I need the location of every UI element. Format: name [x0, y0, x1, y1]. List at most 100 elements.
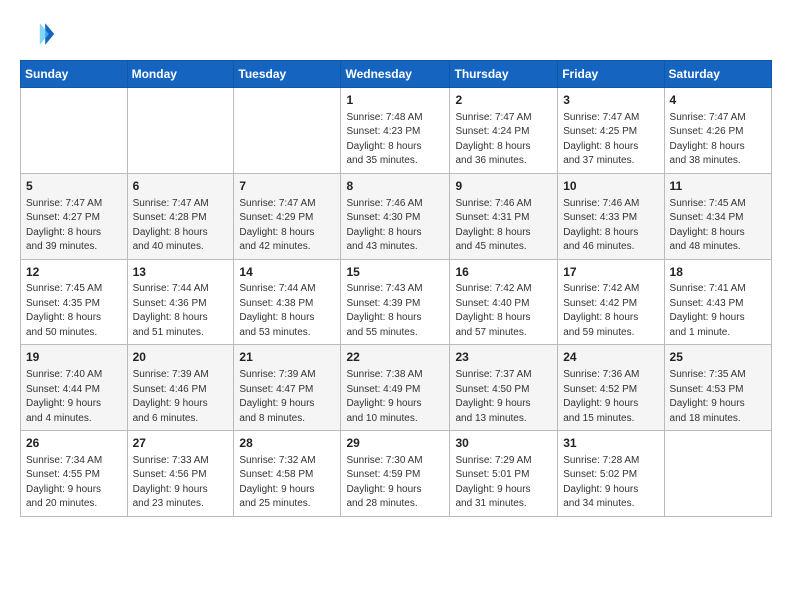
day-number: 25: [670, 349, 766, 366]
day-info: Sunrise: 7:28 AM Sunset: 5:02 PM Dayligh…: [563, 454, 658, 512]
calendar-cell: [21, 88, 128, 174]
day-number: 15: [346, 264, 444, 281]
day-of-week-header: Tuesday: [234, 61, 341, 88]
calendar-cell: 2Sunrise: 7:47 AM Sunset: 4:24 PM Daylig…: [450, 88, 558, 174]
day-number: 7: [239, 178, 335, 195]
calendar-cell: 5Sunrise: 7:47 AM Sunset: 4:27 PM Daylig…: [21, 173, 128, 259]
day-of-week-header: Monday: [127, 61, 234, 88]
day-number: 29: [346, 435, 444, 452]
day-number: 28: [239, 435, 335, 452]
day-info: Sunrise: 7:41 AM Sunset: 4:43 PM Dayligh…: [670, 282, 766, 340]
calendar-cell: 29 Sunrise: 7:30 AM Sunset: 4:59 PM Dayli…: [341, 431, 450, 517]
calendar-cell: 7 Sunrise: 7:47 AM Sunset: 4:29 PM Daylig…: [234, 173, 341, 259]
day-info: Sunrise: 7:29 AM Sunset: 5:01 PM Dayligh…: [455, 454, 552, 512]
calendar-cell: 23 Sunrise: 7:37 AM Sunset: 4:50 PM Dayli…: [450, 345, 558, 431]
day-number: 13: [133, 264, 229, 281]
day-number: 6: [133, 178, 229, 195]
day-number: 2: [455, 92, 552, 109]
day-info: Sunrise: 7:47 AM Sunset: 4:29 PM Dayligh…: [239, 197, 335, 255]
day-number: 31: [563, 435, 658, 452]
calendar-week-row: 12Sunrise: 7:45 AM Sunset: 4:35 PM Dayli…: [21, 259, 772, 345]
calendar-cell: 13Sunrise: 7:44 AM Sunset: 4:36 PM Dayli…: [127, 259, 234, 345]
day-info: Sunrise: 7:32 AM Sunset: 4:58 PM Dayligh…: [239, 454, 335, 512]
day-info: Sunrise: 7:47 AM Sunset: 4:28 PM Dayligh…: [133, 197, 229, 255]
calendar-cell: [664, 431, 771, 517]
logo-icon: [20, 16, 56, 52]
day-info: Sunrise: 7:37 AM Sunset: 4:50 PM Dayligh…: [455, 368, 552, 426]
calendar-week-row: 5Sunrise: 7:47 AM Sunset: 4:27 PM Daylig…: [21, 173, 772, 259]
day-info: Sunrise: 7:39 AM Sunset: 4:46 PM Dayligh…: [133, 368, 229, 426]
calendar-cell: 31 Sunrise: 7:28 AM Sunset: 5:02 PM Dayli…: [558, 431, 664, 517]
calendar-cell: [234, 88, 341, 174]
day-info: Sunrise: 7:45 AM Sunset: 4:35 PM Dayligh…: [26, 282, 122, 340]
day-number: 24: [563, 349, 658, 366]
calendar-cell: 12Sunrise: 7:45 AM Sunset: 4:35 PM Dayli…: [21, 259, 128, 345]
calendar-cell: 11 Sunrise: 7:45 AM Sunset: 4:34 PM Dayli…: [664, 173, 771, 259]
day-info: Sunrise: 7:47 AM Sunset: 4:27 PM Dayligh…: [26, 197, 122, 255]
day-info: Sunrise: 7:40 AM Sunset: 4:44 PM Dayligh…: [26, 368, 122, 426]
calendar-cell: 3 Sunrise: 7:47 AM Sunset: 4:25 PM Daylig…: [558, 88, 664, 174]
calendar-cell: [127, 88, 234, 174]
calendar-cell: 26 Sunrise: 7:34 AM Sunset: 4:55 PM Dayli…: [21, 431, 128, 517]
calendar-cell: 19 Sunrise: 7:40 AM Sunset: 4:44 PM Dayli…: [21, 345, 128, 431]
calendar-week-row: 26 Sunrise: 7:34 AM Sunset: 4:55 PM Dayli…: [21, 431, 772, 517]
calendar-header: SundayMondayTuesdayWednesdayThursdayFrid…: [21, 61, 772, 88]
calendar-cell: 14Sunrise: 7:44 AM Sunset: 4:38 PM Dayli…: [234, 259, 341, 345]
calendar-week-row: 19 Sunrise: 7:40 AM Sunset: 4:44 PM Dayli…: [21, 345, 772, 431]
calendar-cell: 20Sunrise: 7:39 AM Sunset: 4:46 PM Dayli…: [127, 345, 234, 431]
day-of-week-header: Friday: [558, 61, 664, 88]
calendar-body: 1 Sunrise: 7:48 AM Sunset: 4:23 PM Daylig…: [21, 88, 772, 517]
day-info: Sunrise: 7:44 AM Sunset: 4:38 PM Dayligh…: [239, 282, 335, 340]
day-number: 17: [563, 264, 658, 281]
day-info: Sunrise: 7:36 AM Sunset: 4:52 PM Dayligh…: [563, 368, 658, 426]
day-number: 3: [563, 92, 658, 109]
day-info: Sunrise: 7:45 AM Sunset: 4:34 PM Dayligh…: [670, 197, 766, 255]
day-info: Sunrise: 7:34 AM Sunset: 4:55 PM Dayligh…: [26, 454, 122, 512]
calendar-cell: 25 Sunrise: 7:35 AM Sunset: 4:53 PM Dayli…: [664, 345, 771, 431]
day-of-week-header: Wednesday: [341, 61, 450, 88]
day-number: 12: [26, 264, 122, 281]
day-info: Sunrise: 7:46 AM Sunset: 4:30 PM Dayligh…: [346, 197, 444, 255]
calendar-table: SundayMondayTuesdayWednesdayThursdayFrid…: [20, 60, 772, 517]
day-info: Sunrise: 7:30 AM Sunset: 4:59 PM Dayligh…: [346, 454, 444, 512]
calendar-cell: 15Sunrise: 7:43 AM Sunset: 4:39 PM Dayli…: [341, 259, 450, 345]
header: [20, 16, 772, 52]
day-info: Sunrise: 7:43 AM Sunset: 4:39 PM Dayligh…: [346, 282, 444, 340]
calendar-week-row: 1 Sunrise: 7:48 AM Sunset: 4:23 PM Daylig…: [21, 88, 772, 174]
day-info: Sunrise: 7:47 AM Sunset: 4:26 PM Dayligh…: [670, 111, 766, 169]
day-number: 21: [239, 349, 335, 366]
day-info: Sunrise: 7:39 AM Sunset: 4:47 PM Dayligh…: [239, 368, 335, 426]
day-number: 9: [455, 178, 552, 195]
calendar-cell: 18Sunrise: 7:41 AM Sunset: 4:43 PM Dayli…: [664, 259, 771, 345]
day-number: 26: [26, 435, 122, 452]
day-number: 23: [455, 349, 552, 366]
calendar-cell: 8 Sunrise: 7:46 AM Sunset: 4:30 PM Daylig…: [341, 173, 450, 259]
day-info: Sunrise: 7:38 AM Sunset: 4:49 PM Dayligh…: [346, 368, 444, 426]
day-number: 19: [26, 349, 122, 366]
day-info: Sunrise: 7:47 AM Sunset: 4:25 PM Dayligh…: [563, 111, 658, 169]
calendar-cell: 10 Sunrise: 7:46 AM Sunset: 4:33 PM Dayli…: [558, 173, 664, 259]
day-number: 11: [670, 178, 766, 195]
day-info: Sunrise: 7:35 AM Sunset: 4:53 PM Dayligh…: [670, 368, 766, 426]
calendar-cell: 1 Sunrise: 7:48 AM Sunset: 4:23 PM Daylig…: [341, 88, 450, 174]
day-of-week-header: Thursday: [450, 61, 558, 88]
day-of-week-header: Sunday: [21, 61, 128, 88]
day-number: 1: [346, 92, 444, 109]
calendar-cell: 30Sunrise: 7:29 AM Sunset: 5:01 PM Dayli…: [450, 431, 558, 517]
day-number: 16: [455, 264, 552, 281]
day-info: Sunrise: 7:46 AM Sunset: 4:31 PM Dayligh…: [455, 197, 552, 255]
calendar-cell: 9 Sunrise: 7:46 AM Sunset: 4:31 PM Daylig…: [450, 173, 558, 259]
day-info: Sunrise: 7:48 AM Sunset: 4:23 PM Dayligh…: [346, 111, 444, 169]
calendar-cell: 4Sunrise: 7:47 AM Sunset: 4:26 PM Daylig…: [664, 88, 771, 174]
calendar-cell: 21 Sunrise: 7:39 AM Sunset: 4:47 PM Dayli…: [234, 345, 341, 431]
day-info: Sunrise: 7:33 AM Sunset: 4:56 PM Dayligh…: [133, 454, 229, 512]
day-number: 22: [346, 349, 444, 366]
calendar-cell: 17Sunrise: 7:42 AM Sunset: 4:42 PM Dayli…: [558, 259, 664, 345]
page: SundayMondayTuesdayWednesdayThursdayFrid…: [0, 0, 792, 529]
logo: [20, 16, 62, 52]
calendar-cell: 28 Sunrise: 7:32 AM Sunset: 4:58 PM Dayli…: [234, 431, 341, 517]
day-info: Sunrise: 7:46 AM Sunset: 4:33 PM Dayligh…: [563, 197, 658, 255]
day-number: 10: [563, 178, 658, 195]
calendar-cell: 27Sunrise: 7:33 AM Sunset: 4:56 PM Dayli…: [127, 431, 234, 517]
day-number: 8: [346, 178, 444, 195]
